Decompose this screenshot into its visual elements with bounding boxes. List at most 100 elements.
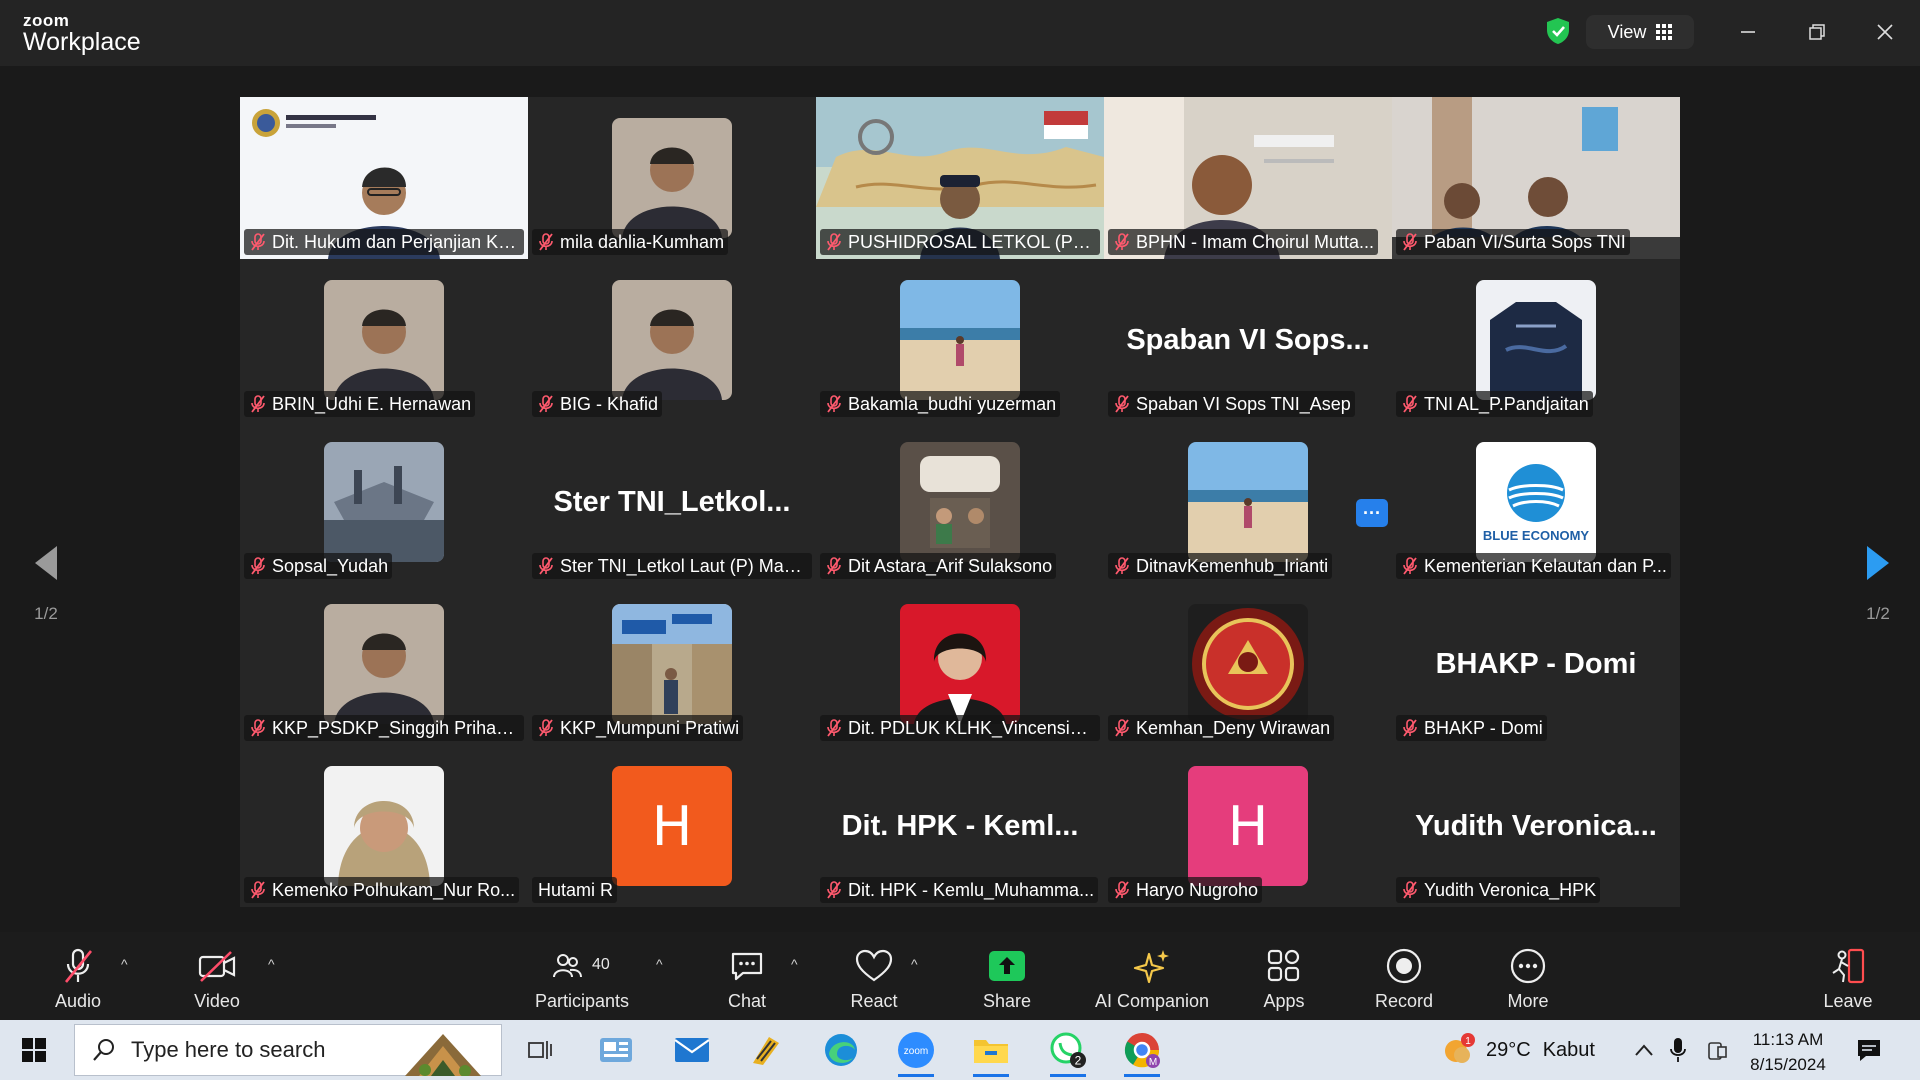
participant-name: Paban VI/Surta Sops TNI	[1424, 231, 1626, 252]
participant-tile[interactable]: BPHN - Imam Choirul Mutta...	[1104, 97, 1392, 259]
start-button[interactable]	[12, 1029, 56, 1071]
participant-tile[interactable]: H Hutami R	[528, 745, 816, 907]
participant-name-tag: Ster TNI_Letkol Laut (P) Mah...	[532, 553, 812, 579]
taskbar-app-edge[interactable]	[819, 1029, 863, 1071]
participant-tile[interactable]: Dit Astara_Arif Sulaksono	[816, 421, 1104, 583]
video-options-chevron-icon[interactable]: ^	[268, 956, 275, 972]
folder-icon	[974, 1040, 1008, 1063]
restore-button[interactable]	[1797, 14, 1837, 50]
participant-tile[interactable]: Spaban VI Sops... Spaban VI Sops TNI_Asep	[1104, 259, 1392, 421]
participant-tile[interactable]: BLUE ECONOMY Kementerian Kelautan dan P..…	[1392, 421, 1680, 583]
chat-button[interactable]: Chat	[692, 946, 802, 1012]
network-tray-icon[interactable]	[1706, 1020, 1728, 1080]
notification-icon	[1858, 1040, 1880, 1061]
participant-tile[interactable]: mila dahlia-Kumham	[528, 97, 816, 259]
weather-widget[interactable]: 1 29°C Kabut	[1440, 1020, 1595, 1080]
participant-tile[interactable]: Sopsal_Yudah	[240, 421, 528, 583]
chat-label: Chat	[727, 991, 767, 1011]
share-button[interactable]: Share	[952, 946, 1062, 1012]
close-button[interactable]	[1865, 14, 1905, 50]
chat-options-chevron-icon[interactable]: ^	[791, 956, 798, 972]
participants-options-chevron-icon[interactable]: ^	[656, 956, 663, 972]
participants-label: Participants	[534, 991, 630, 1011]
tile-more-options-button[interactable]: ···	[1356, 499, 1388, 527]
participant-tile[interactable]: Ster TNI_Letkol... Ster TNI_Letkol Laut (…	[528, 421, 816, 583]
whatsapp-icon: 2	[1050, 1032, 1086, 1068]
participant-tile[interactable]: Dit. Hukum dan Perjanjian Kewi...	[240, 97, 528, 259]
participant-name-tag: BPHN - Imam Choirul Mutta...	[1108, 229, 1379, 255]
participant-name-tag: KKP_PSDKP_Singgih Prihadi ...	[244, 715, 524, 741]
mic-muted-icon	[539, 719, 553, 737]
mic-muted-icon	[1403, 395, 1417, 413]
more-button[interactable]: More	[1473, 946, 1583, 1012]
notification-center-button[interactable]	[1856, 1020, 1882, 1080]
taskbar-app-widget[interactable]	[594, 1029, 638, 1071]
ai-companion-button[interactable]: AI Companion	[1082, 946, 1222, 1012]
video-label: Video	[194, 991, 240, 1011]
participant-tile[interactable]: H Haryo Nugroho	[1104, 745, 1392, 907]
participants-button[interactable]: 40 Participants	[526, 946, 638, 1012]
participant-tile[interactable]: Yudith Veronica... Yudith Veronica_HPK	[1392, 745, 1680, 907]
leave-button[interactable]: Leave	[1793, 946, 1903, 1012]
taskbar-app-chrome[interactable]: M	[1120, 1029, 1164, 1077]
view-button[interactable]: View	[1586, 15, 1694, 49]
react-options-chevron-icon[interactable]: ^	[911, 956, 918, 972]
next-page-button[interactable]: 1/2	[1848, 544, 1908, 624]
audio-button[interactable]: Audio	[23, 946, 133, 1012]
taskbar-app-mail[interactable]	[670, 1029, 714, 1071]
windows-logo-icon	[22, 1038, 46, 1062]
leave-icon	[1828, 946, 1868, 986]
video-button[interactable]: Video	[162, 946, 272, 1012]
participant-tile[interactable]: Dit. HPK - Keml... Dit. HPK - Kemlu_Muham…	[816, 745, 1104, 907]
taskbar-app-zoom[interactable]: zoom	[894, 1029, 938, 1077]
task-view-button[interactable]	[518, 1029, 562, 1071]
mic-muted-icon	[1115, 881, 1129, 899]
participant-avatar-image	[1476, 280, 1596, 400]
participant-tile[interactable]: BIG - Khafid	[528, 259, 816, 421]
record-button[interactable]: Record	[1349, 946, 1459, 1012]
participant-tile[interactable]: PUSHIDROSAL LETKOL (P) Y...	[816, 97, 1104, 259]
mic-muted-icon	[1115, 395, 1129, 413]
participant-avatar-image	[612, 604, 732, 724]
participant-name: Bakamla_budhi yuzerman	[848, 393, 1057, 414]
leave-label: Leave	[1823, 991, 1873, 1011]
participant-tile[interactable]: Paban VI/Surta Sops TNI	[1392, 97, 1680, 259]
participant-name: BPHN - Imam Choirul Mutta...	[1136, 231, 1375, 252]
participant-name-tag: Paban VI/Surta Sops TNI	[1396, 229, 1630, 255]
participant-tile[interactable]: KKP_Mumpuni Pratiwi	[528, 583, 816, 745]
search-icon	[93, 1039, 114, 1061]
mic-muted-icon	[1115, 557, 1129, 575]
minimize-button[interactable]	[1728, 14, 1768, 50]
audio-options-chevron-icon[interactable]: ^	[121, 956, 128, 972]
more-label: More	[1507, 991, 1549, 1011]
participant-tile[interactable]: Kemhan_Deny Wirawan	[1104, 583, 1392, 745]
participant-tile[interactable]: KKP_PSDKP_Singgih Prihadi ...	[240, 583, 528, 745]
taskbar-app-tool[interactable]	[744, 1029, 788, 1071]
participant-name: PUSHIDROSAL LETKOL (P) Y...	[848, 231, 1096, 252]
participant-tile[interactable]: BHAKP - Domi BHAKP - Domi	[1392, 583, 1680, 745]
participant-tile[interactable]: Bakamla_budhi yuzerman	[816, 259, 1104, 421]
taskbar-app-whatsapp[interactable]: 2	[1046, 1029, 1090, 1077]
taskbar-app-file-explorer[interactable]	[969, 1029, 1013, 1077]
participant-tile[interactable]: Kemenko Polhukam_Nur Ro...	[240, 745, 528, 907]
participant-tile[interactable]: Dit. PDLUK KLHK_Vincensia ...	[816, 583, 1104, 745]
participant-name: Yudith Veronica_HPK	[1424, 879, 1597, 900]
previous-page-button[interactable]: 1/2	[16, 544, 76, 624]
shield-check-icon[interactable]	[1545, 17, 1571, 45]
participant-name: Haryo Nugroho	[1136, 879, 1259, 900]
apps-button[interactable]: Apps	[1229, 946, 1339, 1012]
chrome-active-indicator	[1124, 1074, 1160, 1077]
tray-overflow-chevron-icon[interactable]	[1634, 1020, 1654, 1080]
participant-tile[interactable]: TNI AL_P.Pandjaitan	[1392, 259, 1680, 421]
share-label: Share	[982, 991, 1032, 1011]
taskbar-clock[interactable]: 11:13 AM 8/15/2024	[1728, 1027, 1848, 1077]
participant-tile[interactable]: DitnavKemenhub_Irianti	[1104, 421, 1392, 583]
microphone-tray-icon[interactable]	[1670, 1020, 1686, 1080]
restore-icon	[1809, 24, 1825, 40]
participant-name-tag: Kemhan_Deny Wirawan	[1108, 715, 1335, 741]
participant-name: Spaban VI Sops TNI_Asep	[1136, 393, 1351, 414]
participant-tile[interactable]: BRIN_Udhi E. Hernawan	[240, 259, 528, 421]
participant-name: Dit. PDLUK KLHK_Vincensia ...	[848, 717, 1096, 738]
taskbar-search-box[interactable]: Type here to search	[74, 1024, 502, 1076]
participant-avatar-image	[900, 604, 1020, 724]
